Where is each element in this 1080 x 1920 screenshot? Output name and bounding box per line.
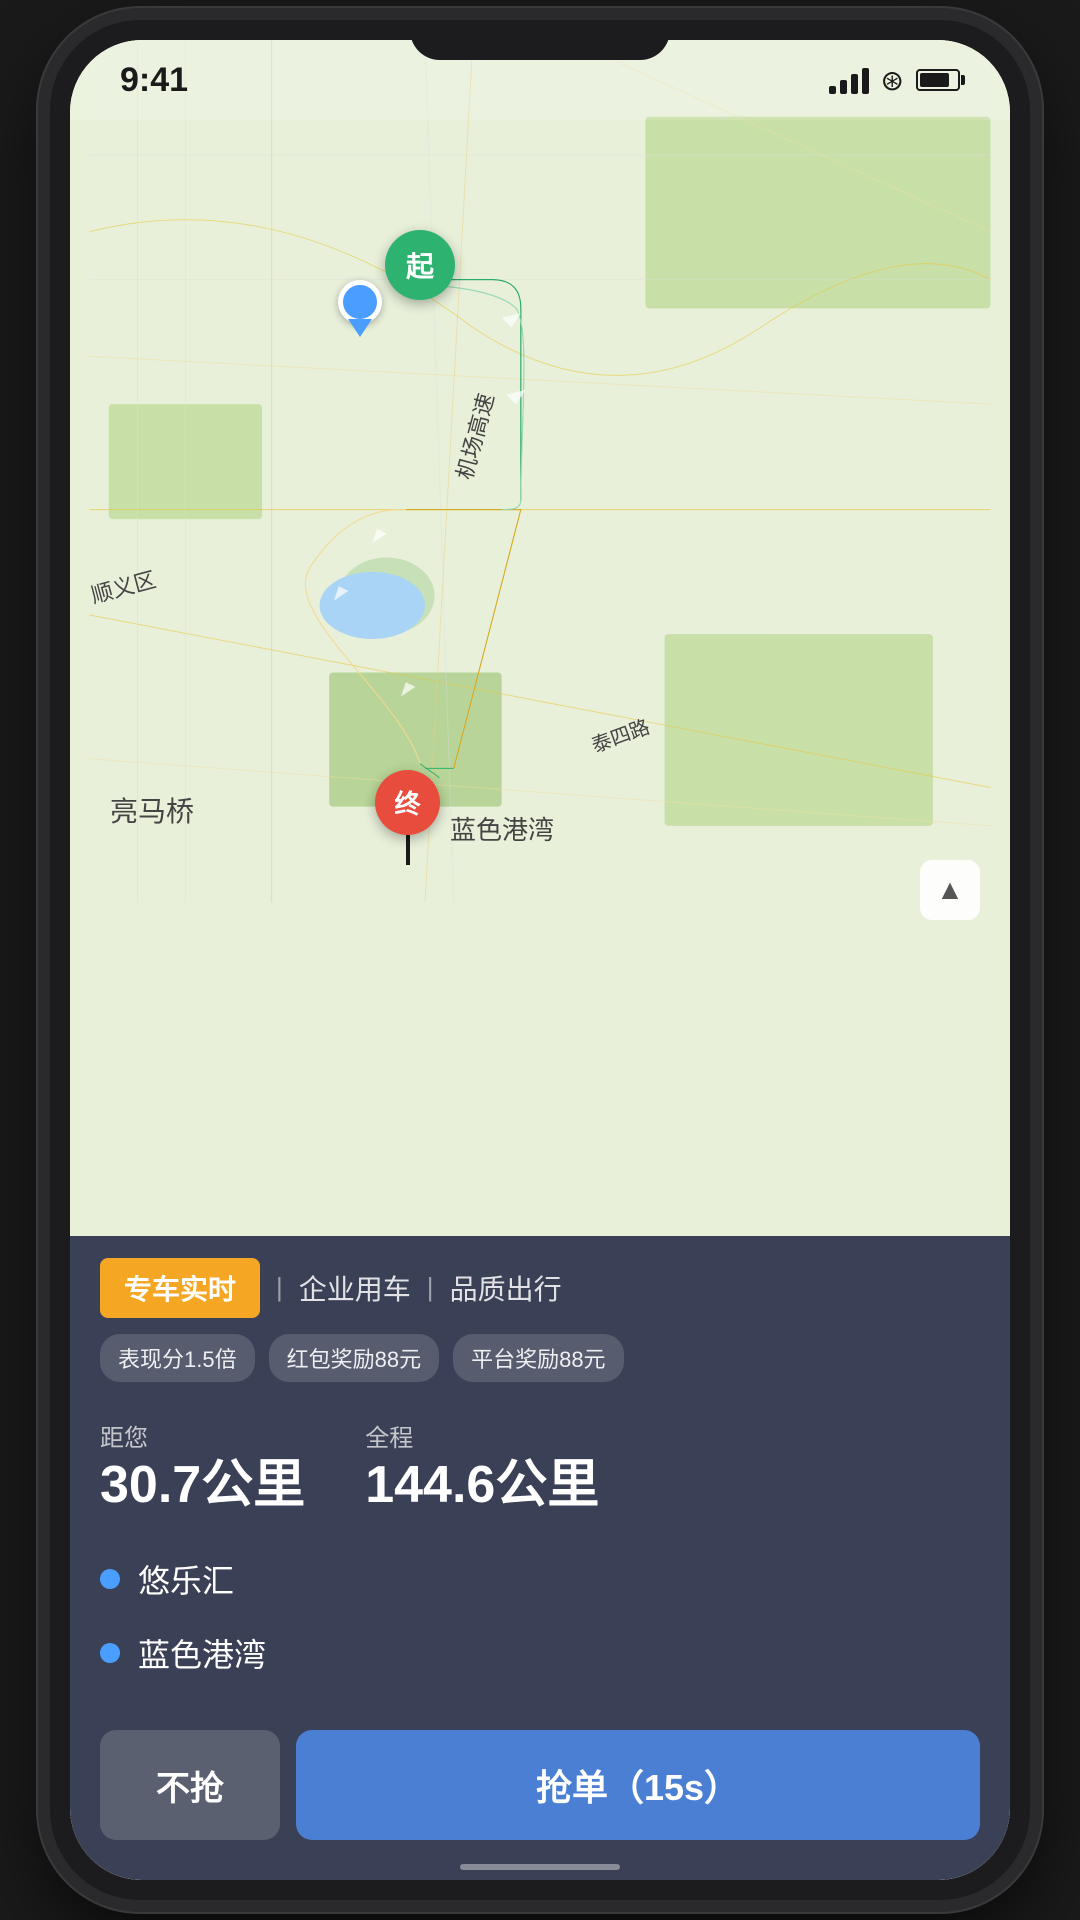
phone-frame: 9:41 ⊛ [50,20,1030,1900]
badge-platform: 平台奖励88元 [453,1334,623,1382]
tab-separator-1: | [276,1272,283,1303]
signal-icon [829,66,869,94]
tab-qiye-yongche[interactable]: 企业用车 [299,1260,411,1316]
phone-screen: 9:41 ⊛ [70,40,1010,1880]
badge-redpacket: 红包奖励88元 [269,1334,439,1382]
grab-button[interactable]: 抢单（15s） [296,1730,980,1840]
end-marker: 终 [375,770,440,865]
tab-pinzhi-chuxing[interactable]: 品质出行 [450,1260,562,1316]
distance-from-value: 30.7公里 [100,1457,305,1514]
home-indicator [460,1864,620,1870]
action-buttons: 不抢 抢单（15s） [70,1714,1010,1880]
area-label-lansegang: 蓝色港湾 [450,810,554,847]
distance-total: 全程 144.6公里 [365,1418,599,1514]
status-time: 9:41 [120,61,188,100]
location-dot-origin [100,1569,120,1589]
tab-zhanche-shishi[interactable]: 专车实时 [100,1258,260,1318]
start-marker: 起 [385,230,455,300]
skip-button[interactable]: 不抢 [100,1730,280,1840]
location-name-origin: 悠乐汇 [138,1556,234,1602]
panel-badges: 表现分1.5倍 红包奖励88元 平台奖励88元 [70,1334,1010,1402]
badge-performance: 表现分1.5倍 [100,1334,255,1382]
info-panel: 专车实时 | 企业用车 | 品质出行 表现分1.5倍 红包奖励88元 平台奖励8… [70,1236,1010,1880]
distance-from: 距您 30.7公里 [100,1418,305,1514]
wifi-icon: ⊛ [881,64,904,97]
distance-total-label: 全程 [365,1418,599,1453]
gps-position-dot [338,280,392,334]
battery-icon [916,69,960,91]
panel-locations: 悠乐汇 蓝色港湾 [70,1534,1010,1714]
location-name-dest: 蓝色港湾 [138,1630,266,1676]
location-dot-dest [100,1643,120,1663]
location-item-origin: 悠乐汇 [100,1542,980,1616]
notch [410,20,670,60]
panel-tabs: 专车实时 | 企业用车 | 品质出行 [70,1236,1010,1334]
area-label-liangmaqiao: 亮马桥 [110,790,194,830]
distance-total-value: 144.6公里 [365,1457,599,1514]
tab-separator-2: | [427,1272,434,1303]
distance-from-label: 距您 [100,1418,305,1453]
panel-distances: 距您 30.7公里 全程 144.6公里 [70,1402,1010,1534]
scroll-up-indicator[interactable]: ▲ [920,860,980,920]
location-item-dest: 蓝色港湾 [100,1616,980,1690]
status-icons: ⊛ [829,64,960,97]
